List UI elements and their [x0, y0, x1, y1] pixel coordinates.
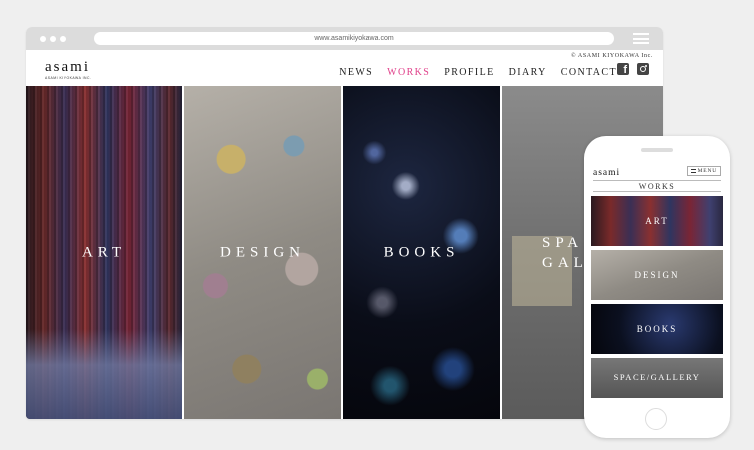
mobile-tile-art[interactable]: ART	[591, 196, 723, 246]
window-dot-icon	[40, 36, 46, 42]
desktop-browser-mockup: www.asamikiyokawa.com asami ASAMI KIYOKA…	[26, 27, 663, 419]
site-logo[interactable]: asami ASAMI KIYOKAWA INC.	[44, 57, 102, 81]
logo-text: asami	[45, 59, 90, 75]
panel-design[interactable]: DESIGN	[184, 86, 341, 419]
phone-speaker	[641, 148, 673, 152]
menu-icon	[690, 169, 696, 173]
mobile-tile-design[interactable]: DESIGN	[591, 250, 723, 300]
site-header: asami ASAMI KIYOKAWA INC. © ASAMI KIYOKA…	[26, 50, 663, 86]
facebook-icon[interactable]	[617, 63, 629, 76]
mobile-tile-label: ART	[645, 216, 669, 226]
main-nav: NEWS WORKS PROFILE DIARY CONTACT	[339, 67, 617, 78]
mobile-logo[interactable]: asami	[593, 165, 625, 177]
mobile-header: asami MENU	[589, 162, 725, 180]
mobile-tile-space-gallery[interactable]: SPACE/GALLERY	[591, 358, 723, 398]
nav-news[interactable]: NEWS	[339, 67, 373, 78]
window-dot-icon	[60, 36, 66, 42]
mobile-tile-label: DESIGN	[634, 270, 680, 280]
window-dot-icon	[50, 36, 56, 42]
nav-diary[interactable]: DIARY	[509, 67, 547, 78]
mobile-logo-text: asami	[593, 168, 620, 177]
mobile-tile-books[interactable]: BOOKS	[591, 304, 723, 354]
nav-contact[interactable]: CONTACT	[561, 67, 617, 78]
mobile-tile-label: BOOKS	[636, 324, 678, 334]
phone-home-button	[645, 408, 667, 430]
panel-label-books: BOOKS	[383, 244, 460, 260]
browser-chrome: www.asamikiyokawa.com	[26, 27, 663, 50]
social-links	[617, 63, 649, 76]
nav-profile[interactable]: PROFILE	[444, 67, 494, 78]
nav-works[interactable]: WORKS	[387, 67, 430, 78]
panel-label-art: ART	[81, 244, 127, 260]
logo-subtext: ASAMI KIYOKAWA INC.	[45, 76, 91, 80]
window-controls	[40, 36, 66, 42]
instagram-icon[interactable]	[637, 63, 649, 75]
mobile-tile-label: SPACE/GALLERY	[613, 372, 701, 382]
mobile-menu-button[interactable]: MENU	[686, 166, 721, 176]
panel-label-design: DESIGN	[220, 244, 305, 260]
phone-screen: asami MENU WORKS ART DESIGN BOOKS SPACE/…	[589, 162, 725, 400]
url-bar[interactable]: www.asamikiyokawa.com	[94, 32, 614, 45]
works-panels: ART DESIGN BOOKS SPA GALL	[26, 86, 663, 419]
mobile-menu-label: MENU	[697, 167, 717, 174]
mobile-section-title: WORKS	[593, 180, 721, 192]
copyright-text: © ASAMI KIYOKAWA Inc.	[570, 53, 653, 59]
phone-mockup: asami MENU WORKS ART DESIGN BOOKS SPACE/…	[584, 136, 730, 438]
panel-books[interactable]: BOOKS	[343, 86, 500, 419]
panel-art[interactable]: ART	[26, 86, 182, 419]
browser-menu-icon[interactable]	[633, 33, 649, 44]
